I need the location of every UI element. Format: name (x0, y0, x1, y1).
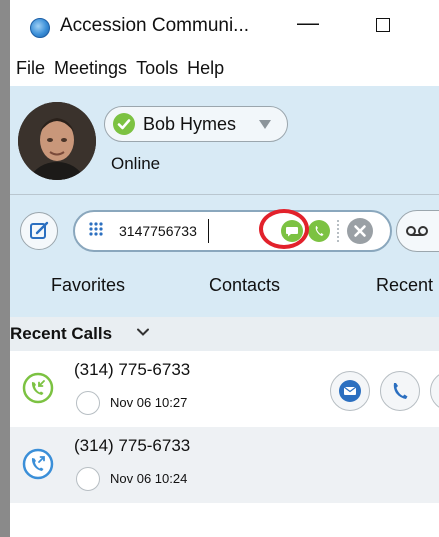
phone-icon (393, 383, 408, 399)
caller-number: (314) 775-6733 (74, 436, 191, 455)
clear-icon[interactable] (347, 218, 373, 244)
text-cursor (208, 219, 209, 243)
avatar-photo-icon (18, 102, 96, 180)
app-logo-icon (30, 18, 50, 38)
title-bar[interactable]: Accession Communi... — (10, 0, 439, 52)
menu-file[interactable]: File (16, 58, 45, 79)
window-edge (0, 0, 10, 537)
dial-search-field[interactable] (73, 210, 392, 252)
avatar[interactable] (18, 102, 96, 180)
list-item[interactable]: (314) 775-6733 Nov 06 10:27 (10, 351, 439, 427)
maximize-button[interactable] (376, 18, 390, 32)
message-button[interactable] (330, 371, 370, 411)
presence-icon (76, 391, 100, 415)
more-button[interactable] (430, 371, 439, 411)
menu-tools[interactable]: Tools (136, 58, 178, 79)
compose-icon (30, 221, 49, 239)
action-panel: Favorites Contacts Recent (10, 195, 439, 317)
separator (337, 220, 341, 242)
recent-calls-title: Recent Calls (10, 324, 113, 343)
dial-input[interactable] (119, 220, 229, 242)
menu-meetings[interactable]: Meetings (54, 58, 127, 79)
tab-bar: Favorites Contacts Recent (10, 275, 439, 305)
presence-selector[interactable]: Bob Hymes (104, 106, 288, 142)
list-item[interactable]: (314) 775-6733 Nov 06 10:24 (10, 427, 439, 503)
user-name: Bob Hymes (143, 114, 237, 134)
message-icon (339, 380, 361, 402)
menu-help[interactable]: Help (187, 58, 224, 79)
profile-panel: Bob Hymes Online (10, 86, 439, 194)
chevron-down-icon (137, 328, 149, 336)
presence-icon (76, 467, 100, 491)
minimize-button[interactable]: — (297, 10, 319, 36)
keypad-icon[interactable] (89, 222, 103, 238)
window-title: Accession Communi... (60, 15, 250, 36)
empty-area (10, 503, 439, 537)
presence-status: Online (111, 154, 161, 173)
phone-icon[interactable] (308, 220, 330, 242)
tab-contacts[interactable]: Contacts (209, 275, 280, 296)
menu-bar: File Meetings Tools Help (10, 52, 439, 84)
highlight-annotation (259, 209, 309, 249)
compose-button[interactable] (20, 212, 58, 250)
chevron-down-icon (259, 120, 271, 129)
outgoing-call-icon (22, 448, 54, 480)
call-time: Nov 06 10:24 (110, 471, 188, 486)
caller-number: (314) 775-6733 (74, 360, 191, 379)
online-check-icon (113, 113, 135, 135)
voicemail-icon (406, 226, 428, 236)
incoming-call-icon (22, 372, 54, 404)
tab-recent[interactable]: Recent (376, 275, 433, 296)
app-window: Accession Communi... — File Meetings Too… (0, 0, 439, 537)
tab-favorites[interactable]: Favorites (51, 275, 125, 296)
call-time: Nov 06 10:27 (110, 395, 188, 410)
voicemail-button[interactable] (396, 210, 439, 252)
recent-calls-header[interactable]: Recent Calls (10, 317, 439, 351)
call-button[interactable] (380, 371, 420, 411)
